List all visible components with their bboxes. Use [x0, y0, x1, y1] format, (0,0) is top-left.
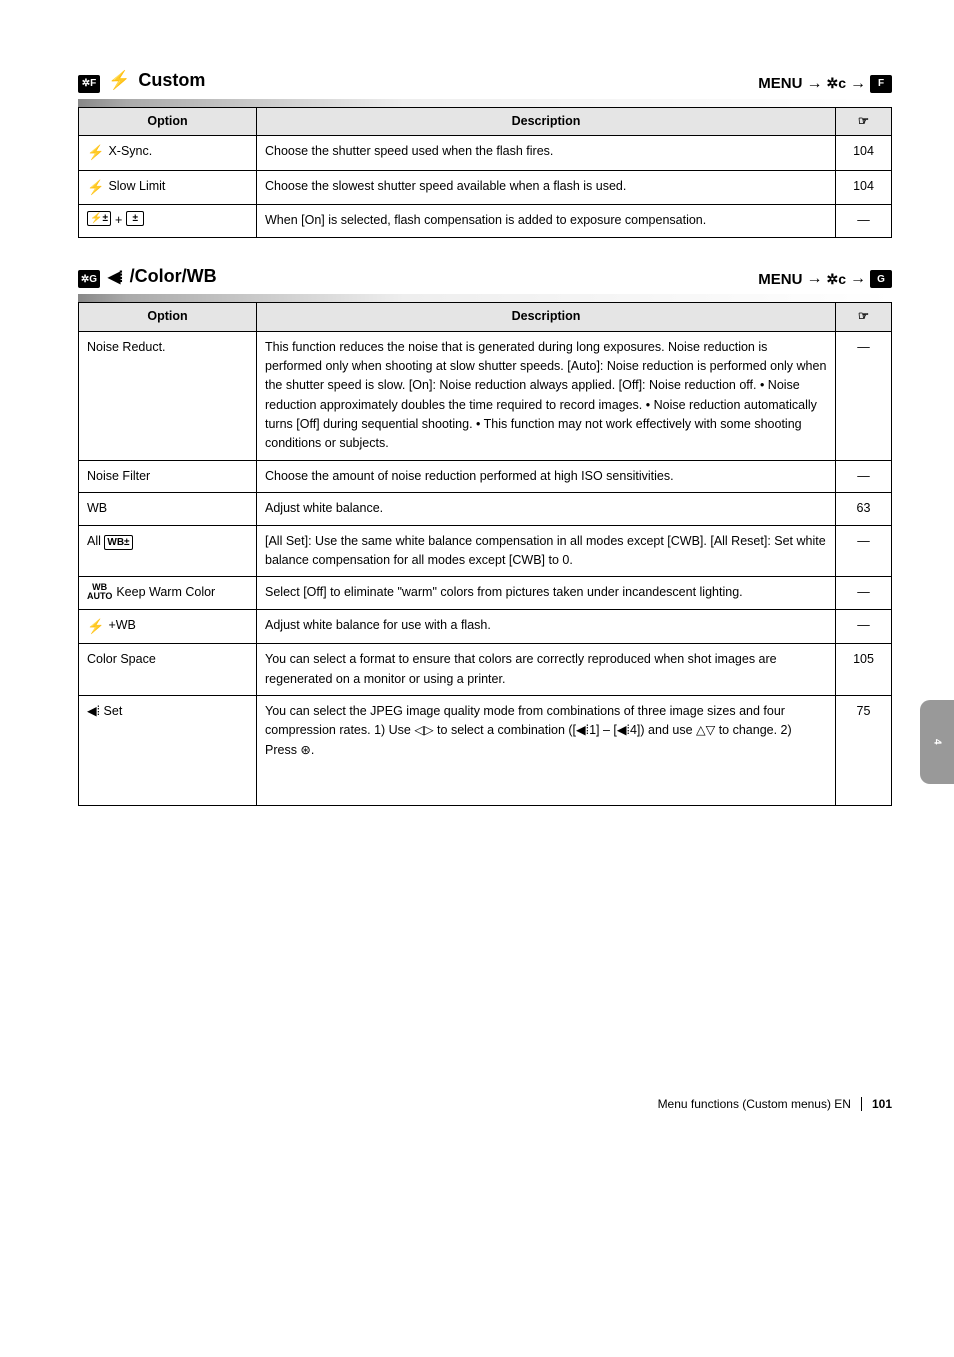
page-ref: 104 [836, 135, 892, 170]
option-name: Slow Limit [108, 177, 165, 196]
option-desc: You can select the JPEG image quality mo… [257, 696, 836, 806]
table-row: Color Space You can select a format to e… [79, 644, 892, 696]
exposure-comp-icon: ± [126, 211, 144, 226]
section-g-table: Option Description ☞ Noise Reduct. This … [78, 302, 892, 806]
option-name: WB [79, 493, 257, 525]
gear-icon: ✲c [826, 271, 846, 288]
option-desc: [All Set]: Use the same white balance co… [257, 525, 836, 577]
page-ref: — [836, 205, 892, 237]
page-ref: — [836, 525, 892, 577]
arrow-icon: → [850, 270, 866, 288]
col-description: Description [257, 107, 836, 135]
table-row: Noise Reduct. This function reduces the … [79, 331, 892, 460]
section-g-title: /Color/WB [130, 266, 217, 287]
page-footer: Menu functions (Custom menus) EN 101 [0, 836, 954, 1141]
option-desc: Adjust white balance. [257, 493, 836, 525]
page-ref: 75 [836, 696, 892, 806]
arrow-icon: → [850, 75, 866, 93]
quality-icon: ◀⁞ [108, 267, 122, 287]
page-ref: 105 [836, 644, 892, 696]
table-row: Noise Filter Choose the amount of noise … [79, 460, 892, 492]
table-row: ⚡Slow Limit Choose the slowest shutter s… [79, 170, 892, 205]
option-desc: Choose the shutter speed used when the f… [257, 135, 836, 170]
wb-comp-icon: WB± [104, 535, 132, 550]
page-ref: — [836, 331, 892, 460]
page-number: 101 [861, 1097, 892, 1111]
section-divider [78, 294, 892, 302]
flash-icon: ⚡ [87, 616, 104, 638]
option-name: Keep Warm Color [116, 583, 215, 602]
col-option: Option [79, 107, 257, 135]
option-desc: Choose the slowest shutter speed availab… [257, 170, 836, 205]
arrow-icon: → [806, 270, 822, 288]
arrow-icon: → [806, 75, 822, 93]
footer-label: Menu functions (Custom menus) EN [658, 1097, 851, 1111]
page-ref: — [836, 609, 892, 644]
option-name: All [87, 534, 104, 548]
tab-f-icon: ✲F [78, 75, 100, 93]
gear-icon: ✲c [826, 75, 846, 92]
menu-path-g: MENU → ✲c → G [758, 270, 892, 288]
page-ref: 104 [836, 170, 892, 205]
option-desc: Choose the amount of noise reduction per… [257, 460, 836, 492]
flash-icon: ⚡ [87, 142, 104, 164]
flash-comp-icon: ⚡± [87, 211, 111, 226]
table-row: WB Adjust white balance. 63 [79, 493, 892, 525]
option-desc: This function reduces the noise that is … [257, 331, 836, 460]
option-desc: You can select a format to ensure that c… [257, 644, 836, 696]
option-desc: Adjust white balance for use with a flas… [257, 609, 836, 644]
page-ref: — [836, 577, 892, 609]
col-description: Description [257, 303, 836, 331]
section-f-title: Custom [138, 70, 205, 91]
section-divider [78, 99, 892, 107]
option-desc: When [On] is selected, flash compensatio… [257, 205, 836, 237]
page-ref: — [836, 460, 892, 492]
table-row: All WB± [All Set]: Use the same white ba… [79, 525, 892, 577]
table-row: ⚡± + ± When [On] is selected, flash comp… [79, 205, 892, 237]
option-name: X-Sync. [108, 142, 152, 161]
option-desc: Select [Off] to eliminate "warm" colors … [257, 577, 836, 609]
table-row: ⚡+WB Adjust white balance for use with a… [79, 609, 892, 644]
option-name: Noise Filter [79, 460, 257, 492]
option-name: Noise Reduct. [79, 331, 257, 460]
option-name: +WB [108, 616, 135, 635]
option-name: Color Space [79, 644, 257, 696]
flash-icon: ⚡ [108, 70, 130, 91]
page-ref: 63 [836, 493, 892, 525]
col-ref: ☞ [836, 107, 892, 135]
option-name: ◀⁞ Set [79, 696, 257, 806]
section-f-table: Option Description ☞ ⚡X-Sync. Choose the… [78, 107, 892, 238]
table-row: ⚡X-Sync. Choose the shutter speed used w… [79, 135, 892, 170]
col-option: Option [79, 303, 257, 331]
table-row: WBAUTO Keep Warm Color Select [Off] to e… [79, 577, 892, 609]
wb-auto-icon: WBAUTO [87, 583, 112, 601]
tab-g-icon-small: G [870, 270, 892, 288]
chapter-tab: 4 [920, 700, 954, 784]
tab-f-icon-small: F [870, 75, 892, 93]
tab-g-icon: ✲G [78, 270, 100, 288]
table-row: ◀⁞ Set You can select the JPEG image qua… [79, 696, 892, 806]
col-ref: ☞ [836, 303, 892, 331]
flash-icon: ⚡ [87, 177, 104, 199]
menu-path-f: MENU → ✲c → F [758, 75, 892, 93]
